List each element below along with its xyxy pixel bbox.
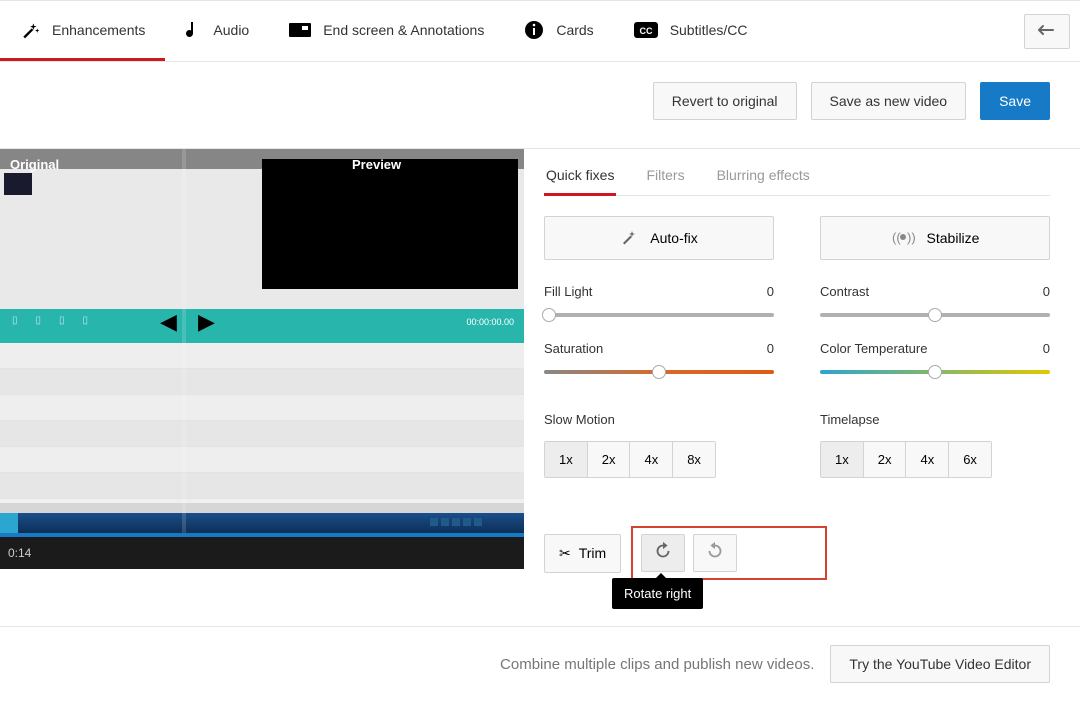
svg-text:)): )) [907, 230, 915, 245]
sub-tab-bar: Quick fixes Filters Blurring effects [544, 167, 1050, 196]
wand-icon [620, 228, 638, 249]
slider-value: 0 [1043, 341, 1050, 356]
video-preview-column: Original ▯▯▯▯ Preview [0, 149, 524, 569]
timelapse-group: Timelapse 1x 2x 4x 6x [820, 412, 1050, 478]
button-label: Auto-fix [650, 230, 697, 246]
save-as-new-button[interactable]: Save as new video [811, 82, 967, 120]
endscreen-icon [289, 23, 311, 37]
tab-label: Enhancements [52, 22, 145, 38]
group-label: Timelapse [820, 412, 1050, 427]
lapse-6x[interactable]: 6x [949, 442, 991, 477]
timelapse-segmented: 1x 2x 4x 6x [820, 441, 992, 478]
music-note-icon [185, 20, 201, 40]
subtab-quick-fixes[interactable]: Quick fixes [544, 167, 616, 196]
rotate-right-button[interactable] [641, 534, 685, 572]
contrast-slider[interactable]: Contrast 0 [820, 284, 1050, 317]
group-label: Slow Motion [544, 412, 774, 427]
slider-value: 0 [1043, 284, 1050, 299]
slow-motion-group: Slow Motion 1x 2x 4x 8x [544, 412, 774, 478]
slow-2x[interactable]: 2x [588, 442, 631, 477]
video-time-bar[interactable]: 0:14 [0, 533, 524, 569]
tab-subtitles[interactable]: CC Subtitles/CC [614, 1, 768, 61]
scissors-icon: ✂ [559, 545, 571, 562]
revert-button[interactable]: Revert to original [653, 82, 797, 120]
undo-button[interactable] [1024, 14, 1070, 49]
cc-icon: CC [634, 22, 658, 38]
compare-drag-handle[interactable] [182, 149, 186, 533]
tab-label: Audio [213, 22, 249, 38]
slider-label: Fill Light [544, 284, 592, 299]
stabilize-icon: (()) [891, 228, 915, 249]
lapse-1x[interactable]: 1x [821, 442, 864, 477]
slider-label: Contrast [820, 284, 869, 299]
compare-arrow-right-icon[interactable]: ▶ [198, 309, 215, 335]
slow-8x[interactable]: 8x [673, 442, 715, 477]
tab-label: Cards [556, 22, 593, 38]
preview-label: Preview [352, 157, 401, 172]
rotate-left-button[interactable] [693, 534, 737, 572]
preview-pane: Preview 00:00:00.00 [262, 149, 524, 533]
footer-bar: Combine multiple clips and publish new v… [0, 626, 1080, 701]
current-time: 0:14 [8, 546, 31, 560]
button-label: Stabilize [927, 230, 980, 246]
trim-button[interactable]: ✂ Trim [544, 534, 621, 573]
lapse-4x[interactable]: 4x [906, 442, 949, 477]
tab-audio[interactable]: Audio [165, 1, 269, 61]
slider-value: 0 [767, 341, 774, 356]
compare-arrow-left-icon[interactable]: ◀ [160, 309, 177, 335]
video-preview-stage[interactable]: Original ▯▯▯▯ Preview [0, 149, 524, 569]
svg-text:((: (( [892, 230, 901, 245]
action-row: Revert to original Save as new video Sav… [0, 62, 1080, 148]
saturation-slider[interactable]: Saturation 0 [544, 341, 774, 374]
tab-label: End screen & Annotations [323, 22, 484, 38]
slow-1x[interactable]: 1x [545, 442, 588, 477]
original-label: Original [10, 157, 59, 172]
rotate-right-icon [652, 540, 674, 567]
save-button[interactable]: Save [980, 82, 1050, 120]
undo-arrow-icon [1037, 23, 1057, 40]
wand-icon [20, 20, 40, 40]
rotate-group-highlight [631, 526, 827, 580]
slow-4x[interactable]: 4x [630, 442, 673, 477]
slider-label: Saturation [544, 341, 603, 356]
tab-cards[interactable]: Cards [504, 1, 613, 61]
bottom-tools: ✂ Trim Rotate right [544, 526, 1050, 580]
stabilize-button[interactable]: (()) Stabilize [820, 216, 1050, 260]
original-pane: Original ▯▯▯▯ [0, 149, 262, 533]
fill-light-slider[interactable]: Fill Light 0 [544, 284, 774, 317]
button-label: Trim [579, 545, 606, 561]
slider-value: 0 [767, 284, 774, 299]
info-circle-icon [524, 20, 544, 40]
svg-text:CC: CC [639, 26, 652, 36]
tab-endscreen[interactable]: End screen & Annotations [269, 1, 504, 61]
rotate-tooltip: Rotate right [612, 578, 703, 609]
top-tab-bar: Enhancements Audio End screen & Annotati… [0, 0, 1080, 62]
try-video-editor-button[interactable]: Try the YouTube Video Editor [830, 645, 1050, 683]
subtab-filters[interactable]: Filters [644, 167, 686, 196]
slow-motion-segmented: 1x 2x 4x 8x [544, 441, 716, 478]
slider-label: Color Temperature [820, 341, 927, 356]
color-temperature-slider[interactable]: Color Temperature 0 [820, 341, 1050, 374]
tab-label: Subtitles/CC [670, 22, 748, 38]
controls-column: Quick fixes Filters Blurring effects Aut… [544, 149, 1080, 580]
tab-enhancements[interactable]: Enhancements [0, 1, 165, 61]
footer-text: Combine multiple clips and publish new v… [500, 656, 814, 673]
lapse-2x[interactable]: 2x [864, 442, 907, 477]
rotate-left-icon [704, 540, 726, 567]
auto-fix-button[interactable]: Auto-fix [544, 216, 774, 260]
subtab-blurring[interactable]: Blurring effects [715, 167, 812, 196]
